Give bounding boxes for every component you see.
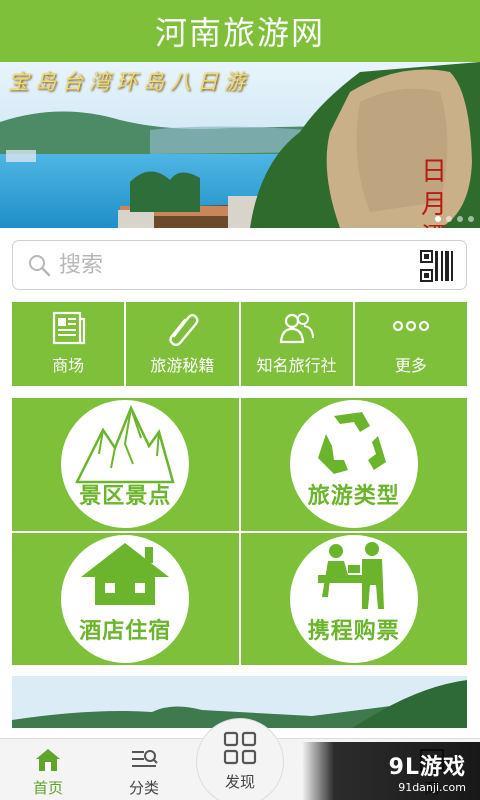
- category-grid: 景区景点 旅游类型 酒店住宿 携程购票: [12, 398, 467, 665]
- watermark: 9L游戏 91danji.com: [302, 742, 480, 800]
- category-ctrip-tickets[interactable]: 携程购票: [240, 532, 467, 665]
- page-title: 河南旅游网: [154, 14, 325, 52]
- ticket-counter-icon: [317, 541, 384, 609]
- banner-carousel[interactable]: 宝岛台湾环岛八日游 日月潭: [0, 62, 480, 228]
- app-header: 河南旅游网: [0, 0, 480, 62]
- category-badge: 酒店住宿: [61, 534, 190, 663]
- category-badge: 景区景点: [61, 400, 190, 529]
- quick-nav-label: 商场: [52, 356, 85, 375]
- category-badge: 携程购票: [289, 534, 418, 663]
- category-scenic-spots[interactable]: 景区景点: [12, 398, 239, 531]
- watermark-logo: 9L游戏: [388, 754, 466, 780]
- category-label: 酒店住宿: [79, 618, 172, 644]
- category-list-icon: [132, 750, 158, 767]
- quick-nav: 商场 旅游秘籍 知名旅行社 更多: [12, 302, 467, 386]
- category-label: 携程购票: [307, 618, 400, 644]
- quick-nav-travel-tips[interactable]: 旅游秘籍: [126, 302, 239, 386]
- carousel-indicator: [435, 216, 474, 222]
- tab-category[interactable]: 分类: [96, 739, 192, 800]
- tab-discover[interactable]: 发现: [196, 718, 284, 800]
- category-badge: 旅游类型: [289, 400, 418, 529]
- quick-nav-mall[interactable]: 商场: [12, 302, 125, 386]
- tab-label: 发现: [224, 773, 255, 791]
- quick-nav-agencies[interactable]: 知名旅行社: [240, 302, 353, 386]
- carousel-dot[interactable]: [446, 216, 452, 222]
- category-hotels[interactable]: 酒店住宿: [12, 532, 239, 665]
- watermark-url: 91danji.com: [398, 780, 466, 794]
- recycle-icon: [317, 412, 386, 475]
- carousel-dot[interactable]: [457, 216, 463, 222]
- qr-code-icon[interactable]: [420, 250, 454, 282]
- search-bar[interactable]: [12, 240, 467, 290]
- house-icon: [81, 542, 170, 605]
- more-dots-icon: [392, 320, 429, 332]
- carousel-dot[interactable]: [468, 216, 474, 222]
- search-input[interactable]: [59, 252, 399, 278]
- mountain-icon: [75, 405, 175, 484]
- paperclip-icon: [169, 314, 199, 346]
- tab-label: 首页: [32, 779, 63, 797]
- quick-nav-label: 知名旅行社: [256, 356, 337, 375]
- category-label: 景区景点: [79, 484, 172, 510]
- users-icon: [279, 313, 314, 344]
- home-icon: [36, 749, 60, 771]
- quick-nav-label: 旅游秘籍: [150, 356, 215, 375]
- tab-home[interactable]: 首页: [0, 739, 96, 800]
- grid-icon: [223, 731, 257, 765]
- search-icon: [29, 255, 51, 277]
- quick-nav-more[interactable]: 更多: [354, 302, 467, 386]
- quick-nav-label: 更多: [394, 356, 427, 375]
- carousel-dot[interactable]: [435, 216, 441, 222]
- category-label: 旅游类型: [307, 484, 400, 510]
- category-travel-types[interactable]: 旅游类型: [240, 398, 467, 531]
- banner-caption: 宝岛台湾环岛八日游: [8, 70, 251, 94]
- tab-label: 分类: [128, 779, 159, 797]
- newspaper-icon: [53, 311, 86, 345]
